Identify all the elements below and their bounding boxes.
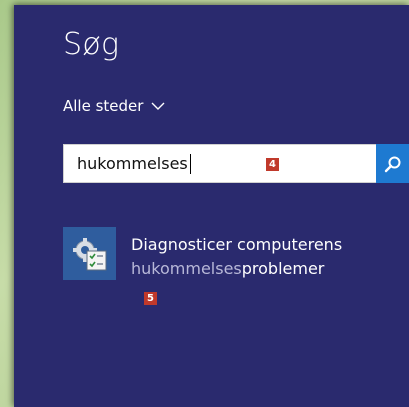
search-result-subtitle-match: hukommelses <box>131 259 242 278</box>
search-result-subtitle: hukommelsesproblemer <box>131 257 342 281</box>
search-button[interactable] <box>376 144 409 183</box>
text-caret <box>189 153 191 174</box>
search-result-subtitle-rest: problemer <box>241 259 325 278</box>
memory-diagnostic-icon <box>63 227 116 280</box>
chevron-down-icon <box>151 102 165 110</box>
search-input-value: hukommelses <box>77 154 188 173</box>
annotation-badge-search: 4 <box>266 158 279 171</box>
search-result-title: Diagnosticer computerens <box>131 235 343 254</box>
search-icon <box>384 156 400 172</box>
search-input[interactable]: hukommelses 4 <box>63 144 378 183</box>
search-result-item[interactable]: Diagnosticer computerens hukommelsesprob… <box>63 227 409 289</box>
panel-title: Søg <box>63 27 120 62</box>
search-scope-label: Alle steder <box>63 97 144 115</box>
annotation-badge-result: 5 <box>144 292 157 305</box>
search-result-text: Diagnosticer computerens hukommelsesprob… <box>131 233 342 281</box>
search-charm-panel: Søg Alle steder hukommelses 4 Diagnostic… <box>14 5 409 407</box>
search-input-value-wrap: hukommelses <box>77 153 191 174</box>
search-scope-dropdown[interactable]: Alle steder <box>63 97 165 115</box>
